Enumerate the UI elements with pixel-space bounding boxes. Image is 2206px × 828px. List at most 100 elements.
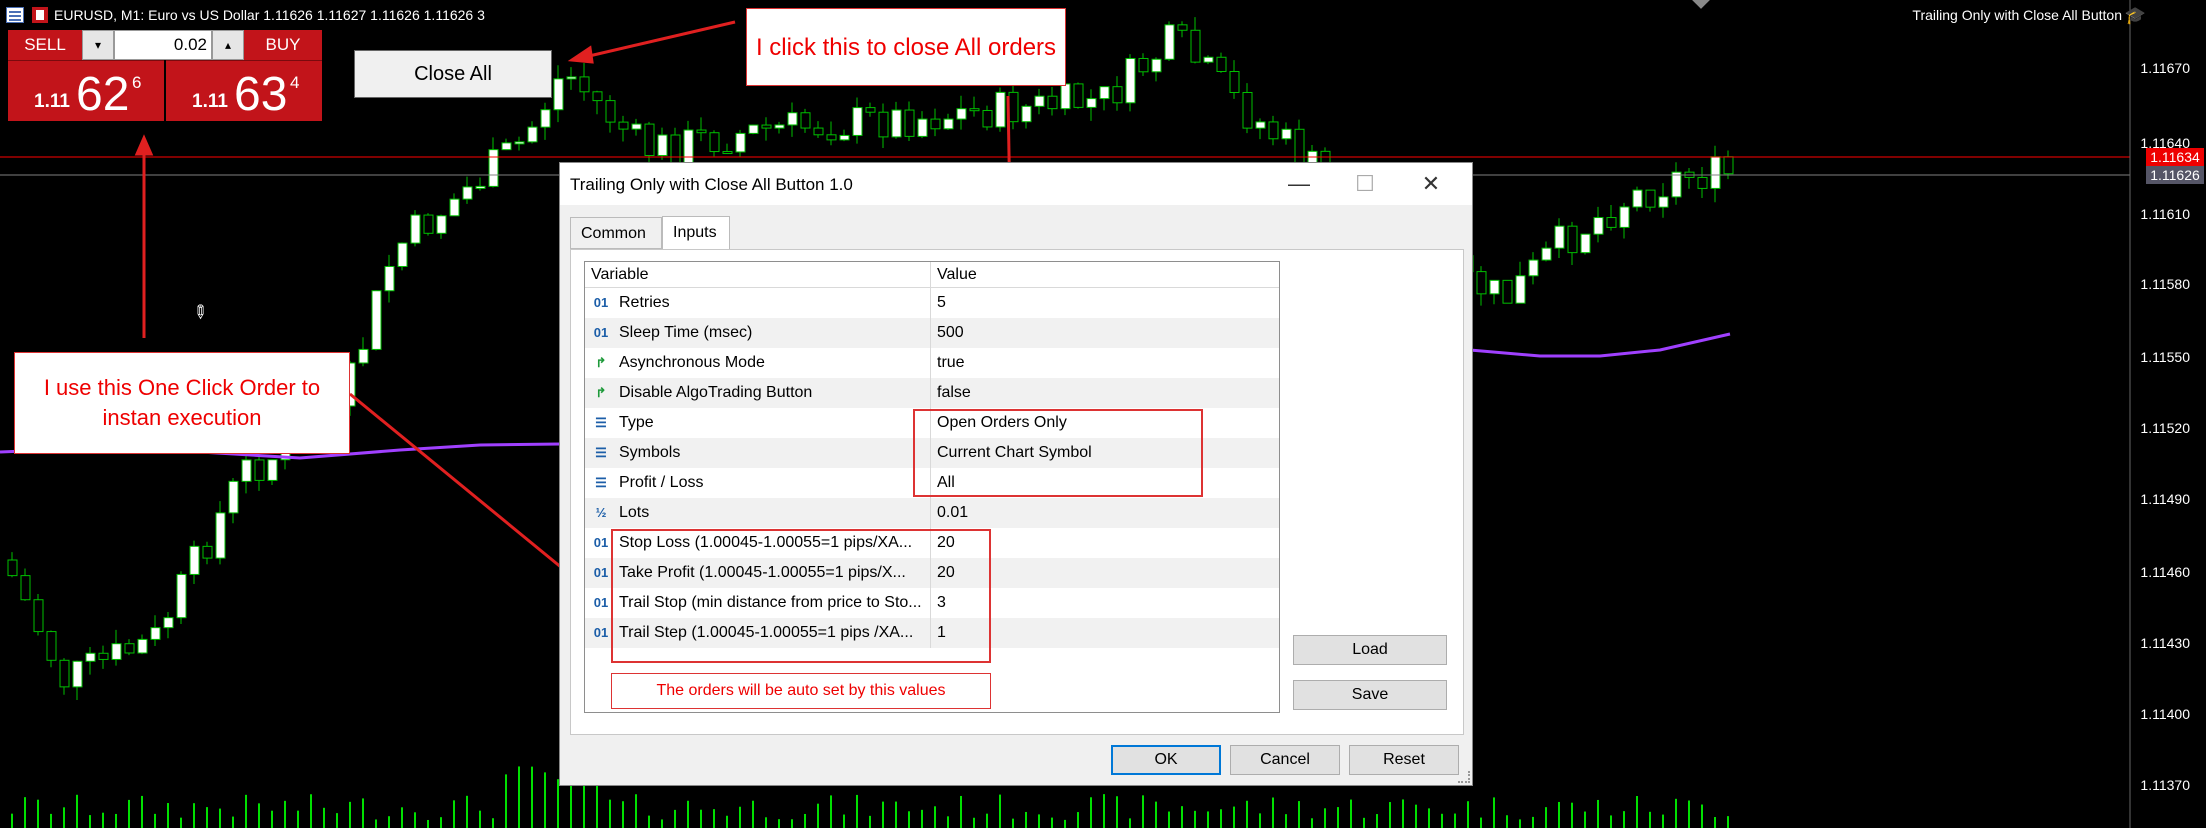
candle-body [1658, 196, 1669, 208]
buy-price-small: 1.11 [192, 91, 228, 112]
sell-button[interactable]: SELL [8, 30, 82, 60]
input-row[interactable]: ½ Lots 0.01 [585, 498, 1279, 528]
ok-button[interactable]: OK [1111, 745, 1221, 775]
value-cell[interactable]: true [937, 348, 965, 378]
candle-body [462, 186, 473, 200]
close-all-button[interactable]: Close All [354, 50, 552, 98]
candle-body [553, 78, 564, 111]
variable-cell: ☰ Symbols [585, 438, 931, 468]
lot-increase-button[interactable]: ▴ [212, 30, 244, 60]
variable-cell: ↱ Asynchronous Mode [585, 348, 931, 378]
variable-name: Symbols [619, 444, 681, 461]
candle-body [1593, 217, 1604, 235]
candle-body [1125, 57, 1136, 104]
candle-body [969, 108, 980, 112]
candle-body [670, 134, 681, 164]
enum-icon: ☰ [595, 415, 607, 430]
candle-body [410, 214, 421, 244]
candle-body [1034, 95, 1045, 107]
candle-body [865, 107, 876, 113]
variable-cell: ☰ Profit / Loss [585, 468, 931, 498]
candle-body [85, 652, 96, 662]
variable-cell: 01 Retries [585, 288, 931, 318]
maximize-icon[interactable]: ☐ [1332, 163, 1398, 205]
candle-body [709, 132, 720, 153]
resize-grip-icon[interactable] [1458, 771, 1470, 783]
candle-body [267, 459, 278, 481]
price-label: 1.11610 [2140, 206, 2190, 222]
dialog-title: Trailing Only with Close All Button 1.0 [570, 175, 853, 194]
callout-values: The orders will be auto set by this valu… [611, 673, 991, 709]
lot-decrease-button[interactable]: ▾ [82, 30, 114, 60]
candle-body [605, 100, 616, 123]
value-cell[interactable]: 5 [937, 288, 946, 318]
load-button[interactable]: Load [1293, 635, 1447, 665]
column-value: Value [937, 266, 977, 283]
candle-body [982, 109, 993, 128]
candle-body [514, 141, 525, 145]
candle-body [1008, 91, 1019, 123]
price-label: 1.11670 [2140, 60, 2190, 76]
candle-body [436, 215, 447, 234]
candle-body [995, 91, 1006, 128]
input-row[interactable]: ↱ Disable AlgoTrading Button false [585, 378, 1279, 408]
candle-body [98, 652, 109, 660]
minimize-icon[interactable]: — [1266, 163, 1332, 205]
candle-body [488, 149, 499, 187]
value-cell[interactable]: 0.01 [937, 498, 968, 528]
price-label: 1.11520 [2140, 420, 2190, 436]
input-row[interactable]: ↱ Asynchronous Mode true [585, 348, 1279, 378]
candle-body [33, 599, 44, 633]
candle-body [1190, 29, 1201, 63]
candle-body [475, 185, 486, 189]
candle-body [202, 545, 213, 559]
candle-body [696, 129, 707, 134]
input-row[interactable]: 01 Sleep Time (msec) 500 [585, 318, 1279, 348]
close-icon[interactable]: ✕ [1398, 163, 1464, 205]
value-cell[interactable]: false [937, 378, 971, 408]
reset-button[interactable]: Reset [1349, 745, 1459, 775]
variable-cell: ☰ Type [585, 408, 931, 438]
sell-price-button[interactable]: 1.11 62 6 [8, 60, 164, 121]
buy-button[interactable]: BUY [244, 30, 322, 60]
candle-body [1528, 259, 1539, 277]
candle-body [241, 459, 252, 482]
bool-icon: ↱ [595, 385, 607, 400]
candle-body [1606, 217, 1617, 228]
cancel-button[interactable]: Cancel [1230, 745, 1340, 775]
candle-body [579, 76, 590, 93]
candle-body [527, 126, 538, 143]
save-button[interactable]: Save [1293, 680, 1447, 710]
buy-price-button[interactable]: 1.11 63 4 [166, 60, 322, 121]
candle-body [7, 559, 18, 577]
candle-body [1476, 271, 1487, 295]
candle-body [1216, 56, 1227, 73]
chart-menu-icon[interactable] [6, 7, 24, 23]
candle-body [943, 118, 954, 130]
candle-body [1502, 279, 1513, 304]
price-label: 1.11460 [2140, 564, 2190, 580]
expert-advisor-name[interactable]: Trailing Only with Close All Button [1912, 0, 2122, 30]
candle-body [423, 214, 434, 234]
tab-common[interactable]: Common [570, 217, 662, 249]
moving-average-line [1469, 332, 1731, 358]
value-cell[interactable]: 500 [937, 318, 964, 348]
sell-price-small: 1.11 [34, 91, 70, 112]
price-label: 1.11490 [2140, 491, 2190, 507]
candle-body [761, 124, 772, 129]
tab-inputs[interactable]: Inputs [662, 216, 730, 250]
candle-body [735, 132, 746, 153]
highlight-box-values [611, 529, 991, 663]
input-row[interactable]: 01 Retries 5 [585, 288, 1279, 318]
candle-body [644, 123, 655, 157]
ea-properties-dialog[interactable]: Trailing Only with Close All Button 1.0 … [559, 162, 1473, 786]
variable-name: Asynchronous Mode [619, 354, 765, 371]
variable-name: Disable AlgoTrading Button [619, 384, 813, 401]
lot-size-input[interactable]: 0.02 [114, 30, 212, 60]
candle-body [722, 151, 733, 155]
lot-size-value: 0.02 [173, 35, 207, 54]
dialog-titlebar[interactable]: Trailing Only with Close All Button 1.0 … [560, 163, 1472, 205]
enum-icon: ☰ [595, 475, 607, 490]
candle-body [852, 107, 863, 136]
candle-body [137, 638, 148, 654]
